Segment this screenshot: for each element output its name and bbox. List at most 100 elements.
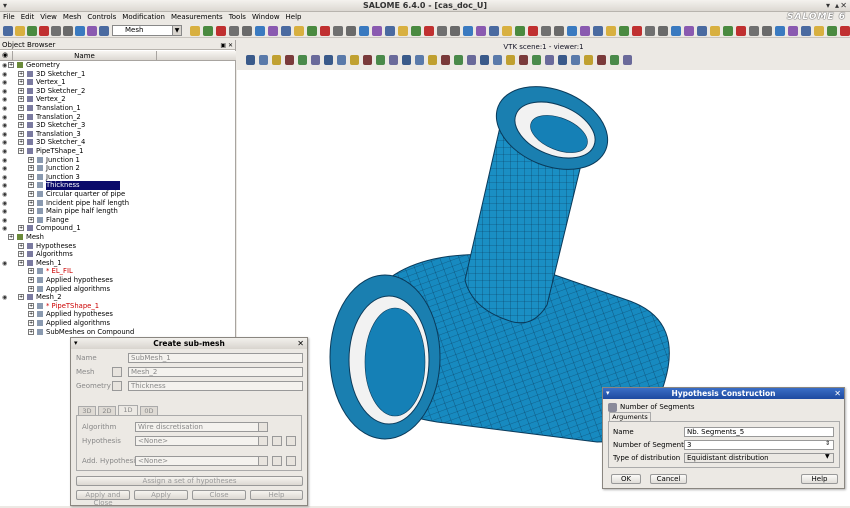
toolbar-button-icon[interactable] — [190, 26, 200, 36]
toolbar-button-icon[interactable] — [333, 26, 343, 36]
tree-item[interactable]: + Algorithms — [0, 250, 236, 259]
toolbar-button-icon[interactable] — [814, 26, 824, 36]
tree-item[interactable]: + Hypotheses — [0, 242, 236, 251]
toolbar-button-icon[interactable] — [710, 26, 720, 36]
expand-toggle-icon[interactable]: + — [18, 87, 24, 94]
tab-2d[interactable]: 2D — [98, 406, 116, 415]
tree-item[interactable]: ◉ + Vertex_1 — [0, 78, 236, 87]
tree-item[interactable]: + Applied algorithms — [0, 285, 236, 294]
maximize-icon[interactable]: ▴ — [835, 1, 839, 10]
viewer-tool-icon[interactable] — [337, 55, 346, 65]
toolbar-button-icon[interactable] — [437, 26, 447, 36]
tree-item[interactable]: ◉ + Geometry — [0, 61, 236, 70]
toolbar-button-icon[interactable] — [27, 26, 37, 36]
expand-toggle-icon[interactable]: + — [28, 311, 34, 318]
expand-toggle-icon[interactable]: + — [18, 139, 24, 146]
close-icon[interactable]: ✕ — [297, 338, 304, 349]
viewer-tool-icon[interactable] — [519, 55, 528, 65]
expand-toggle-icon[interactable]: + — [28, 216, 34, 223]
tree-item[interactable]: ◉ + Main pipe half length — [0, 207, 236, 216]
toolbar-button-icon[interactable] — [541, 26, 551, 36]
expand-toggle-icon[interactable]: + — [28, 182, 34, 189]
viewer-tool-icon[interactable] — [272, 55, 281, 65]
add-hypothesis-select[interactable]: <None> — [135, 456, 268, 466]
expand-toggle-icon[interactable]: + — [18, 96, 24, 103]
toolbar-button-icon[interactable] — [63, 26, 73, 36]
algorithm-select[interactable]: Wire discretisation — [135, 422, 268, 432]
tree-item[interactable]: ◉ +3D Sketcher_3 — [0, 121, 236, 130]
chevron-down-icon[interactable]: ▼ — [825, 453, 830, 460]
segments-spinbox[interactable]: 3 — [684, 440, 834, 450]
viewer-tool-icon[interactable] — [389, 55, 398, 65]
distribution-select[interactable]: Equidistant distribution — [684, 453, 834, 463]
expand-toggle-icon[interactable]: + — [18, 148, 24, 154]
viewer-tool-icon[interactable] — [415, 55, 424, 65]
expand-toggle-icon[interactable]: + — [28, 285, 34, 292]
tree-item[interactable]: ◉ + Circular quarter of pipe — [0, 190, 236, 199]
select-arrow-icon[interactable] — [112, 381, 122, 391]
toolbar-button-icon[interactable] — [788, 26, 798, 36]
menu-measurements[interactable]: Measurements — [168, 12, 226, 23]
tree-item[interactable]: ◉ + Flange — [0, 216, 236, 225]
toolbar-button-icon[interactable] — [229, 26, 239, 36]
expand-toggle-icon[interactable]: + — [28, 268, 34, 275]
toolbar-button-icon[interactable] — [736, 26, 746, 36]
expand-toggle-icon[interactable]: + — [18, 105, 24, 111]
viewer-tool-icon[interactable] — [363, 55, 372, 65]
toolbar-button-icon[interactable] — [307, 26, 317, 36]
tree-item[interactable]: ◉ + Junction 3 — [0, 173, 236, 182]
toolbar-button-icon[interactable] — [749, 26, 759, 36]
close-button[interactable]: Close — [192, 490, 246, 500]
tree-item[interactable]: + * EL_FIL — [0, 267, 236, 276]
expand-toggle-icon[interactable]: + — [18, 294, 24, 301]
visibility-column-icon[interactable]: ◉ — [0, 51, 13, 61]
dialog-menu-icon[interactable]: ▾ — [74, 338, 78, 349]
toolbar-button-icon[interactable] — [99, 26, 109, 36]
viewer-tool-icon[interactable] — [259, 55, 268, 65]
viewer-tool-icon[interactable] — [298, 55, 307, 65]
spin-arrows-icon[interactable]: ⇕ — [825, 440, 830, 447]
viewer-tool-icon[interactable] — [584, 55, 593, 65]
tree-item[interactable]: ◉ + Mesh_1 — [0, 259, 236, 268]
tree-item[interactable]: + Applied algorithms — [0, 319, 236, 328]
toolbar-button-icon[interactable] — [502, 26, 512, 36]
toolbar-button-icon[interactable] — [775, 26, 785, 36]
toolbar-button-icon[interactable] — [658, 26, 668, 36]
expand-toggle-icon[interactable]: + — [28, 208, 34, 215]
create-hypothesis-icon[interactable] — [272, 456, 282, 466]
tab-3d[interactable]: 3D — [78, 406, 96, 415]
geometry-field[interactable]: Thickness — [128, 381, 303, 391]
module-selector[interactable]: Mesh ▼ — [112, 25, 182, 36]
toolbar-button-icon[interactable] — [489, 26, 499, 36]
viewer-tool-icon[interactable] — [285, 55, 294, 65]
viewer-tool-icon[interactable] — [441, 55, 450, 65]
toolbar-button-icon[interactable] — [203, 26, 213, 36]
tree-item[interactable]: ◉ +3D Sketcher_2 — [0, 87, 236, 96]
toolbar-button-icon[interactable] — [346, 26, 356, 36]
tree-item[interactable]: ◉ + Junction 2 — [0, 164, 236, 173]
select-arrow-icon[interactable] — [112, 367, 122, 377]
toolbar-button-icon[interactable] — [3, 26, 13, 36]
toolbar-button-icon[interactable] — [281, 26, 291, 36]
toolbar-button-icon[interactable] — [606, 26, 616, 36]
toolbar-button-icon[interactable] — [15, 26, 25, 36]
help-button[interactable]: Help — [250, 490, 303, 500]
viewer-tool-icon[interactable] — [428, 55, 437, 65]
menu-view[interactable]: View — [37, 12, 60, 23]
toolbar-button-icon[interactable] — [294, 26, 304, 36]
expand-toggle-icon[interactable]: + — [18, 79, 24, 86]
tree-item[interactable]: ◉ + Compound_1 — [0, 224, 236, 233]
viewer-tool-icon[interactable] — [402, 55, 411, 65]
viewer-tool-icon[interactable] — [324, 55, 333, 65]
tree-item[interactable]: + Applied hypotheses — [0, 276, 236, 285]
menu-controls[interactable]: Controls — [84, 12, 119, 23]
toolbar-button-icon[interactable] — [580, 26, 590, 36]
toolbar-button-icon[interactable] — [268, 26, 278, 36]
help-button[interactable]: Help — [801, 474, 838, 484]
toolbar-button-icon[interactable] — [476, 26, 486, 36]
toolbar-button-icon[interactable] — [242, 26, 252, 36]
expand-toggle-icon[interactable]: + — [18, 242, 24, 249]
chevron-down-icon[interactable] — [258, 422, 268, 432]
expand-toggle-icon[interactable]: + — [28, 320, 34, 326]
toolbar-button-icon[interactable] — [87, 26, 97, 36]
